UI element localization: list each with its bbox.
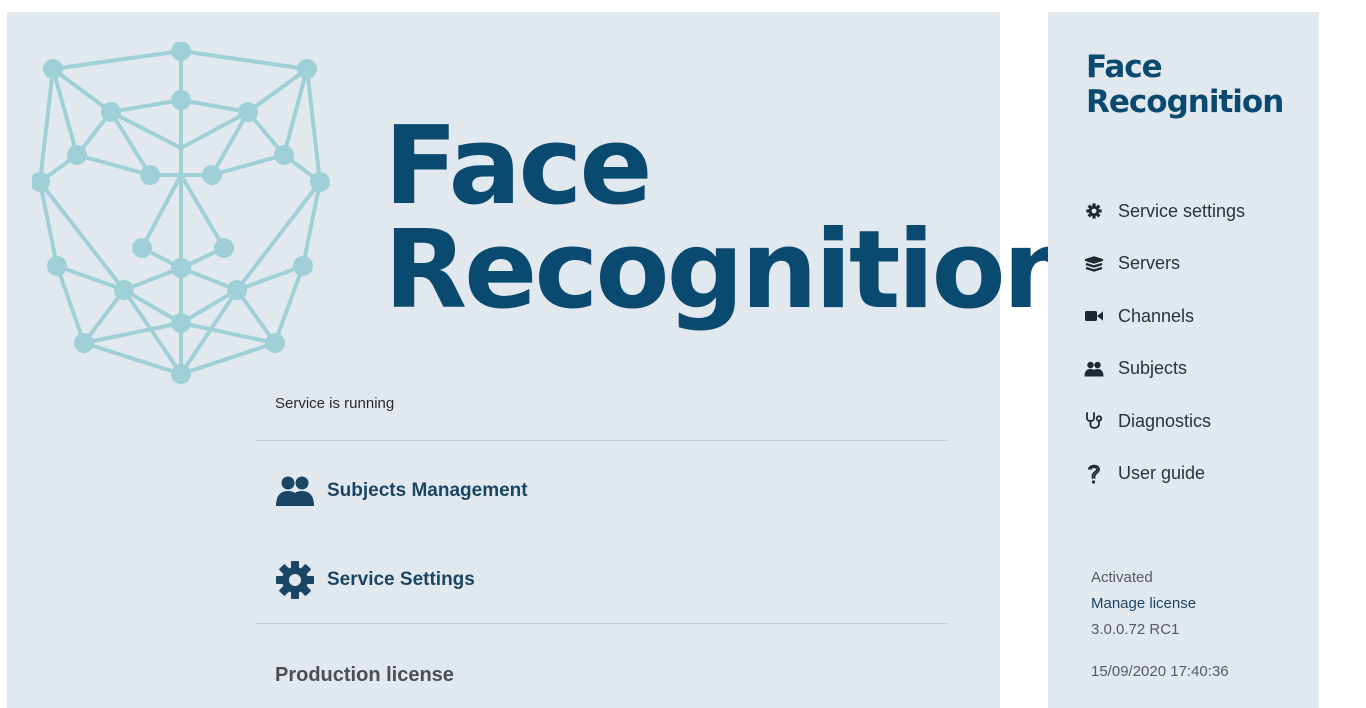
servers-icon <box>1084 254 1104 274</box>
sidebar-item-service-settings[interactable]: Service settings <box>1084 185 1245 238</box>
license-info: Activated Manage license 3.0.0.72 RC1 <box>1091 565 1196 643</box>
stethoscope-icon <box>1084 411 1104 431</box>
sidebar: Face Recognition Service settings Server… <box>1048 12 1319 708</box>
subjects-management-label: Subjects Management <box>327 480 528 501</box>
gear-icon <box>1084 201 1104 221</box>
sidebar-title-line1: Face <box>1086 49 1163 85</box>
main-panel: Face Recognition Service is running Subj… <box>7 12 1080 708</box>
version-text: 3.0.0.72 RC1 <box>1091 621 1180 638</box>
sidebar-item-servers[interactable]: Servers <box>1084 238 1245 291</box>
sidebar-item-subjects[interactable]: Subjects <box>1084 343 1245 396</box>
license-heading: Production license <box>275 664 454 686</box>
manage-license-link[interactable]: Manage license <box>1091 591 1196 617</box>
activation-status: Activated <box>1091 569 1153 586</box>
sidebar-nav: Service settings Servers Channels Subjec… <box>1084 185 1245 500</box>
hero-title-line1: Face <box>384 104 653 229</box>
gear-icon <box>275 560 315 600</box>
sidebar-item-label: Subjects <box>1118 358 1188 379</box>
sidebar-item-diagnostics[interactable]: Diagnostics <box>1084 395 1245 448</box>
sidebar-item-channels[interactable]: Channels <box>1084 290 1245 343</box>
sidebar-title: Face Recognition <box>1086 49 1284 120</box>
divider <box>255 440 948 441</box>
camera-icon <box>1084 306 1104 326</box>
service-status-text: Service is running <box>275 395 395 412</box>
timestamp: 15/09/2020 17:40:36 <box>1091 663 1229 680</box>
service-settings-link[interactable]: Service Settings <box>275 560 475 600</box>
sidebar-title-line2: Recognition <box>1086 84 1284 120</box>
sidebar-item-label: Diagnostics <box>1118 410 1212 431</box>
question-icon <box>1084 464 1104 484</box>
users-icon <box>1084 359 1104 379</box>
hero-title: Face Recognition <box>384 104 1080 333</box>
face-mesh-logo-icon <box>32 42 330 384</box>
sidebar-item-user-guide[interactable]: User guide <box>1084 448 1245 501</box>
hero-title-line2: Recognition <box>384 208 1080 333</box>
users-icon <box>275 471 315 511</box>
sidebar-item-label: Servers <box>1118 253 1181 274</box>
service-settings-label: Service Settings <box>327 569 475 590</box>
subjects-management-link[interactable]: Subjects Management <box>275 471 528 511</box>
divider <box>255 623 948 624</box>
sidebar-item-label: Channels <box>1118 305 1195 326</box>
sidebar-item-label: User guide <box>1118 463 1206 484</box>
sidebar-item-label: Service settings <box>1118 200 1246 221</box>
